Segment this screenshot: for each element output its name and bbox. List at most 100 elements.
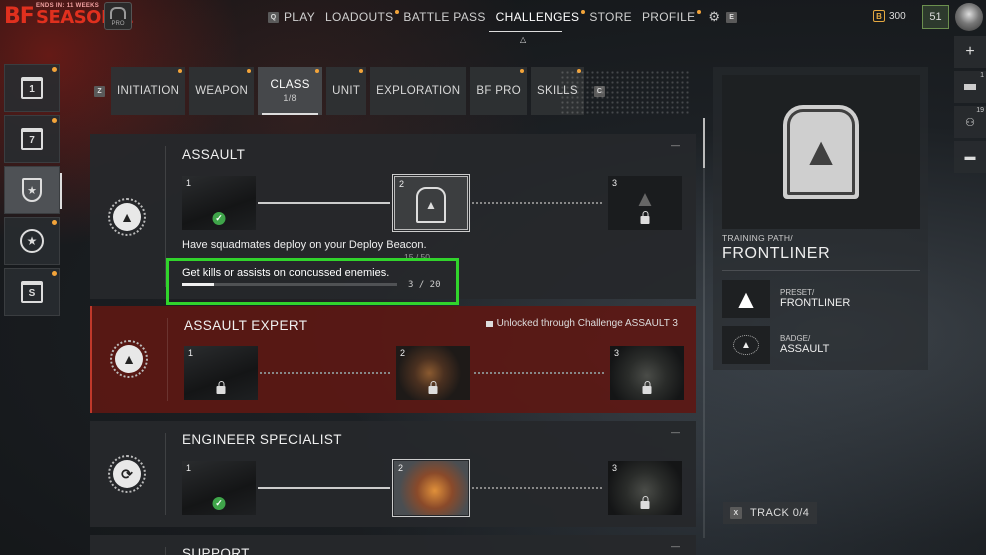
check-icon: ✓ [212, 497, 226, 510]
tab-exploration[interactable]: EXPLORATION [370, 67, 467, 115]
track-key: X [730, 507, 742, 519]
top-bar: BF ENDS IN: 11 WEEKS SEASON 1 PRO Q PLAY… [0, 0, 986, 44]
notification-dot [395, 10, 400, 14]
dot-pattern-decoration [560, 70, 690, 114]
lock-icon [640, 211, 650, 224]
tab-bf-pro[interactable]: BF PRO [470, 67, 528, 115]
nav-play[interactable]: PLAY [284, 10, 315, 24]
nav-battle-pass[interactable]: BATTLE PASS [403, 10, 485, 24]
mail-icon[interactable]: 1 [954, 71, 986, 103]
step-connector [474, 372, 606, 374]
list-scrollbar[interactable] [703, 118, 705, 538]
currency-amount: 300 [889, 10, 906, 22]
nav-loadouts[interactable]: LOADOUTS [325, 10, 400, 24]
rail-season[interactable]: S [4, 268, 60, 316]
gear-icon[interactable]: ⚙ [708, 9, 720, 25]
tab-unit[interactable]: UNIT [326, 67, 367, 115]
engineer-emblem-icon: ⟳ [108, 455, 146, 493]
challenge-list: — ▲ ASSAULT 1 ✓ 2 ▲ 3 ▲ Have squadmates … [90, 134, 696, 555]
card-title: SUPPORT [182, 546, 250, 555]
battlecoin-icon: B [873, 10, 885, 22]
challenge-step-3[interactable]: 3 [608, 461, 682, 515]
challenge-step-1[interactable]: 1 ✓ [182, 461, 256, 515]
reward-name: FRONTLINER [780, 297, 851, 310]
step-connector [472, 487, 604, 489]
reward-badge[interactable]: ▲ BADGE/ ASSAULT [722, 326, 922, 364]
collapse-icon[interactable]: — [671, 427, 680, 437]
lock-icon [485, 320, 493, 327]
card-title: ASSAULT EXPERT [184, 318, 308, 333]
check-icon: ✓ [212, 212, 226, 225]
challenge-step-2[interactable]: 2 [392, 459, 470, 517]
tab-weapon[interactable]: WEAPON [189, 67, 255, 115]
challenge-card-support[interactable]: — SUPPORT [90, 535, 696, 555]
challenge-step-2[interactable]: 2 ▲ [392, 174, 470, 232]
challenge-step-3[interactable]: 3 ▲ [608, 176, 682, 230]
notification-dot [697, 10, 702, 14]
calendar-season-icon: S [21, 281, 43, 303]
step-number: 3 [612, 178, 618, 188]
nav-next-key: E [726, 11, 738, 23]
path-subtitle: TRAINING PATH/ [722, 233, 793, 243]
reward-preview: ▲ [722, 75, 920, 229]
nav-prev-key: Q [268, 11, 279, 23]
challenge-step-3[interactable]: 3 [610, 346, 684, 400]
path-title: FRONTLINER [722, 245, 831, 262]
lock-icon [428, 381, 438, 394]
reward-preset[interactable]: ▲ PRESET/ FRONTLINER [722, 280, 922, 318]
challenge-card-engineer-specialist[interactable]: — ⟳ ENGINEER SPECIALIST 1 ✓ 2 3 [90, 421, 696, 527]
notification-dot [178, 69, 183, 73]
rail-mastery[interactable]: ★ [4, 217, 60, 265]
lock-icon [640, 496, 650, 509]
currency-display[interactable]: B 300 [873, 10, 906, 22]
nav-profile[interactable]: PROFILE [642, 10, 702, 24]
assault-badge-icon: ▲ [416, 187, 446, 223]
controller-icon[interactable]: ▬ [954, 141, 986, 173]
challenge-step-2[interactable]: 2 [396, 346, 470, 400]
active-nav-underline [489, 31, 562, 32]
triangle-preset-icon: ▲ [733, 283, 759, 314]
calendar-weekly-icon: 7 [21, 128, 43, 150]
progress-bar [182, 283, 397, 286]
assault-emblem-icon: ▲ [110, 340, 148, 378]
reward-type: BADGE/ [780, 333, 811, 343]
step-connector [472, 202, 604, 204]
caret-up-icon: △ [520, 35, 527, 44]
scrollbar-thumb[interactable] [703, 118, 705, 168]
nav-challenges[interactable]: CHALLENGES [496, 10, 586, 24]
challenge-objective: Get kills or assists on concussed enemie… [182, 267, 390, 279]
class-shield-icon: ★ [22, 178, 42, 202]
squad-icon[interactable]: ⚇ 19 [954, 106, 986, 138]
rail-class[interactable]: ★ [4, 166, 62, 214]
challenge-step-1[interactable]: 1 ✓ [182, 176, 256, 230]
avatar[interactable] [955, 3, 983, 31]
tab-class-progress: 1/8 [283, 93, 297, 103]
challenge-type-rail: 1 7 ★ ★ S [4, 64, 62, 319]
notification-dot [520, 69, 525, 73]
plus-icon[interactable]: + [954, 36, 986, 68]
pro-badge[interactable]: PRO [104, 2, 132, 30]
challenge-card-assault-expert[interactable]: ▲ ASSAULT EXPERT Unlocked through Challe… [90, 306, 696, 413]
step-connector [258, 487, 390, 489]
collapse-icon[interactable]: — [671, 140, 680, 150]
notification-dot [315, 69, 320, 73]
challenge-card-assault[interactable]: — ▲ ASSAULT 1 ✓ 2 ▲ 3 ▲ Have squadmates … [90, 134, 696, 305]
player-level[interactable]: 51 [922, 5, 949, 29]
notification-dot [52, 220, 57, 225]
card-divider [167, 318, 168, 401]
tab-class[interactable]: CLASS 1/8 [258, 67, 323, 115]
rail-daily[interactable]: 1 [4, 64, 60, 112]
pro-label: PRO [111, 21, 125, 27]
notification-dot [247, 69, 252, 73]
reward-panel: ▲ TRAINING PATH/ FRONTLINER ▲ PRESET/ FR… [713, 67, 928, 370]
tab-initiation[interactable]: INITIATION [111, 67, 186, 115]
track-button[interactable]: X TRACK 0/4 [723, 502, 817, 524]
nav-store[interactable]: STORE [589, 10, 632, 24]
card-title: ENGINEER SPECIALIST [182, 432, 342, 447]
assault-badge-icon: ▲ [733, 335, 759, 355]
rail-weekly[interactable]: 7 [4, 115, 60, 163]
main-nav: Q PLAY LOADOUTS BATTLE PASS CHALLENGES S… [268, 0, 738, 34]
lock-icon [216, 381, 226, 394]
collapse-icon[interactable]: — [671, 541, 680, 551]
challenge-step-1[interactable]: 1 [184, 346, 258, 400]
